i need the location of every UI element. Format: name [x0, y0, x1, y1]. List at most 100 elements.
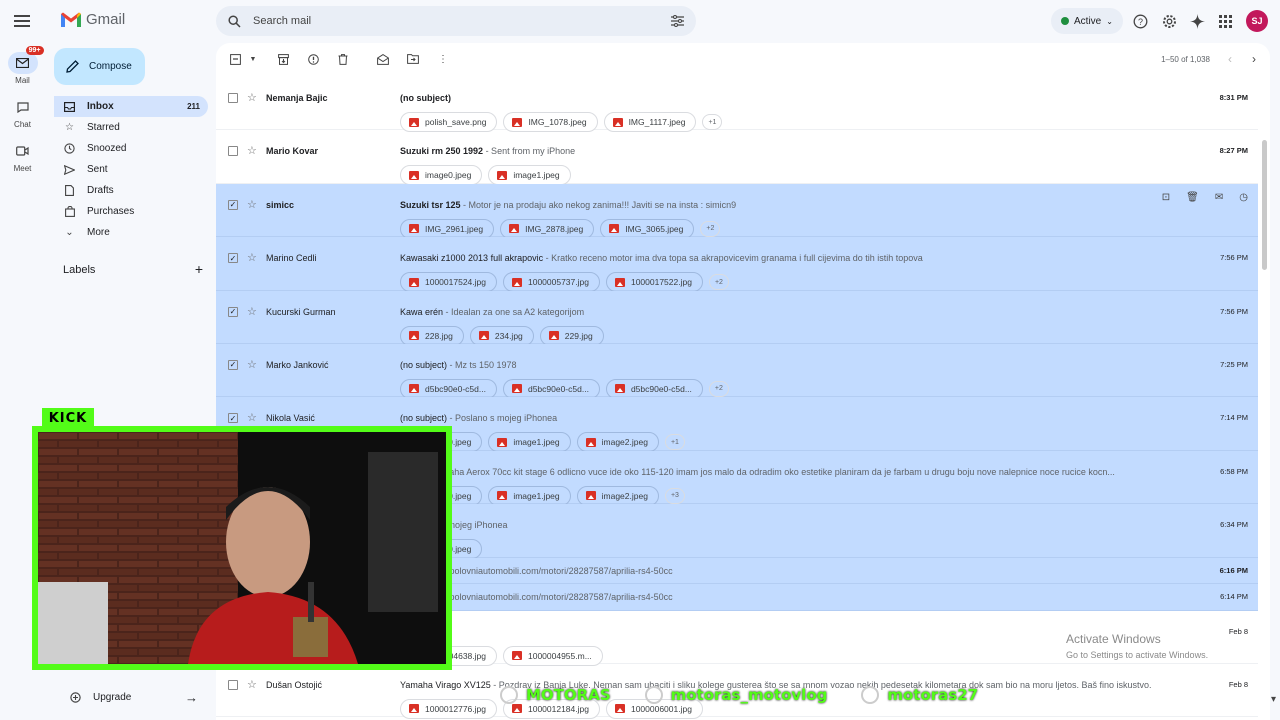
more-attachments-chip[interactable]: +2 [708, 274, 729, 291]
star-icon[interactable]: ☆ [247, 358, 257, 371]
gemini-sparkle-icon[interactable] [1188, 12, 1206, 30]
image-file-icon [614, 704, 625, 714]
attachment-chip[interactable]: IMG_1117.jpeg [603, 112, 697, 132]
star-icon[interactable]: ☆ [247, 91, 257, 104]
attachment-chip[interactable]: image0.jpeg [400, 165, 483, 186]
rail-mail[interactable]: 99+ Mail [0, 46, 45, 85]
tiktok-icon [861, 686, 880, 704]
row-checkbox[interactable]: ✓ [228, 413, 238, 424]
move-to-folder-icon[interactable] [406, 52, 420, 66]
compose-button[interactable]: Compose [54, 48, 145, 85]
sidebar-item-inbox[interactable]: Inbox 211 [54, 96, 208, 117]
star-icon[interactable]: ☆ [247, 678, 257, 691]
search-bar[interactable] [216, 6, 696, 36]
attachment-chip[interactable]: IMG_2961.jpeg [400, 218, 495, 239]
attachment-chip[interactable]: image2.jpeg [576, 485, 659, 506]
star-icon[interactable]: ☆ [247, 198, 257, 211]
row-checkbox[interactable]: ✓ [228, 306, 238, 317]
more-attachments-chip[interactable]: +3 [664, 487, 685, 504]
more-attachments-chip[interactable]: +1 [664, 434, 685, 451]
star-icon[interactable]: ☆ [247, 144, 257, 157]
main-menu-icon[interactable] [12, 12, 32, 30]
email-row[interactable]: ✓ ☆ simicc Suzuki tsr 125 - Motor je na pro… [216, 183, 1258, 239]
apps-grid-icon[interactable] [1216, 12, 1234, 30]
pagination-arrows: ‹ › [1228, 52, 1256, 66]
email-row[interactable]: ✓ ☆ Marko Janković (no subject) - Mz ts 150… [216, 343, 1258, 399]
attachment-chip[interactable]: 234.jpg [469, 325, 534, 346]
email-row[interactable]: ☆ Mario Kovar Suzuki rm 250 1992 - Sent fr… [216, 130, 1258, 186]
mark-as-read-icon[interactable]: ✉︎ [1215, 192, 1223, 203]
star-icon[interactable]: ☆ [247, 411, 257, 424]
more-attachments-chip[interactable]: +2 [708, 380, 729, 397]
sidebar-item-snoozed[interactable]: Snoozed [54, 138, 208, 159]
attachment-chip[interactable]: IMG_3065.jpeg [600, 218, 695, 239]
help-icon[interactable]: ? [1131, 12, 1149, 30]
row-checkbox[interactable]: ✓ [228, 199, 238, 210]
windows-activation-watermark: Activate Windows Go to Settings to activ… [1066, 632, 1208, 660]
social-kick: MOTORAS [500, 686, 611, 704]
email-row[interactable]: ☆ Nemanja Bajic (no subject) 8:31 PM polish_… [216, 77, 1258, 132]
attachment-chip[interactable]: d5bc90e0-c5d... [605, 378, 703, 399]
row-checkbox[interactable]: ✓ [228, 359, 238, 370]
delete-trash-icon[interactable]: 🗑︎ [1186, 192, 1199, 203]
rail-meet[interactable]: Meet [0, 140, 45, 173]
attachment-chip[interactable]: IMG_1078.jpeg [503, 112, 598, 132]
sidebar-item-more[interactable]: ⌄ More [54, 222, 208, 243]
attachment-chip[interactable]: IMG_2878.jpeg [500, 218, 595, 239]
attachment-chip[interactable]: 1000004955.m... [502, 645, 603, 666]
status-dropdown[interactable]: Active ⌄ [1051, 8, 1123, 34]
row-checkbox[interactable] [228, 93, 238, 103]
select-all-checkbox[interactable] [228, 52, 242, 66]
sidebar-item-starred[interactable]: ☆ Starred [54, 117, 208, 138]
row-checkbox[interactable] [228, 146, 238, 157]
gmail-logo-text: Gmail [86, 11, 126, 28]
attachment-chip[interactable]: image1.jpeg [488, 432, 571, 453]
chevron-left-icon[interactable]: ‹ [1228, 52, 1232, 66]
scrollbar-thumb[interactable] [1262, 140, 1267, 270]
search-input[interactable] [253, 15, 659, 27]
attachment-chip[interactable]: 228.jpg [400, 325, 464, 346]
sidebar-item-sent[interactable]: Sent [54, 159, 208, 180]
chevron-right-icon[interactable]: › [1252, 52, 1256, 66]
attachment-chip[interactable]: image1.jpeg [488, 165, 571, 186]
account-avatar[interactable]: SJ [1246, 10, 1268, 32]
row-checkbox[interactable]: ✓ [228, 253, 238, 264]
star-icon[interactable]: ☆ [247, 251, 257, 264]
attachment-chip[interactable]: d5bc90e0-c5d... [400, 378, 497, 399]
star-icon[interactable]: ☆ [247, 305, 257, 318]
email-snippet: - Kratko receno motor ima dva topa sa ak… [543, 253, 923, 264]
attachment-chip[interactable]: d5bc90e0-c5d... [502, 378, 600, 399]
select-dropdown-icon[interactable]: ▼ [246, 52, 260, 66]
settings-gear-icon[interactable] [1160, 12, 1178, 30]
attachment-chip[interactable]: 1000012776.jpg [400, 698, 497, 719]
attachment-chip[interactable]: 1000017522.jpg [605, 272, 703, 293]
search-options-icon[interactable] [671, 15, 684, 27]
rail-chat[interactable]: Chat [0, 96, 45, 129]
attachment-chip[interactable]: 1000005737.jpg [502, 272, 600, 293]
search-icon[interactable] [228, 14, 241, 28]
attachment-chip[interactable]: 229.jpg [539, 325, 604, 346]
more-attachments-chip[interactable]: +2 [700, 220, 721, 237]
mark-as-read-icon[interactable] [376, 52, 390, 66]
attachment-chip[interactable]: 1000017524.jpg [400, 272, 497, 293]
row-checkbox[interactable] [228, 679, 238, 690]
report-spam-icon[interactable] [306, 52, 320, 66]
delete-trash-icon[interactable] [336, 52, 350, 66]
email-row[interactable]: ✓ ☆ Kucurski Gurman Kawa erén - Idealan za … [216, 290, 1258, 346]
upgrade-button[interactable]: Upgrade → [70, 690, 198, 705]
attachment-chip[interactable]: polish_save.png [400, 112, 498, 132]
snooze-clock-icon[interactable]: ◷ [1239, 192, 1248, 203]
add-label-icon[interactable]: + [195, 262, 203, 276]
attachment-chip[interactable]: image1.jpeg [488, 485, 571, 506]
archive-icon[interactable] [276, 52, 290, 66]
sidebar-item-drafts[interactable]: Drafts [54, 180, 208, 201]
sidebar-item-purchases[interactable]: Purchases [54, 201, 208, 222]
archive-icon[interactable]: ⊡ [1162, 192, 1170, 203]
email-time: 8:27 PM [1219, 146, 1248, 156]
attachment-chip[interactable]: image2.jpeg [576, 432, 659, 453]
email-row[interactable]: ✓ ☆ Marino Cedli Kawasaki z1000 2013 full a… [216, 237, 1258, 293]
more-attachments-chip[interactable]: +1 [702, 114, 723, 130]
scroll-down-arrow-icon[interactable]: ▾ [1271, 694, 1276, 705]
gmail-logo[interactable]: Gmail [60, 11, 125, 28]
more-vert-icon[interactable]: ⋮ [436, 52, 450, 66]
